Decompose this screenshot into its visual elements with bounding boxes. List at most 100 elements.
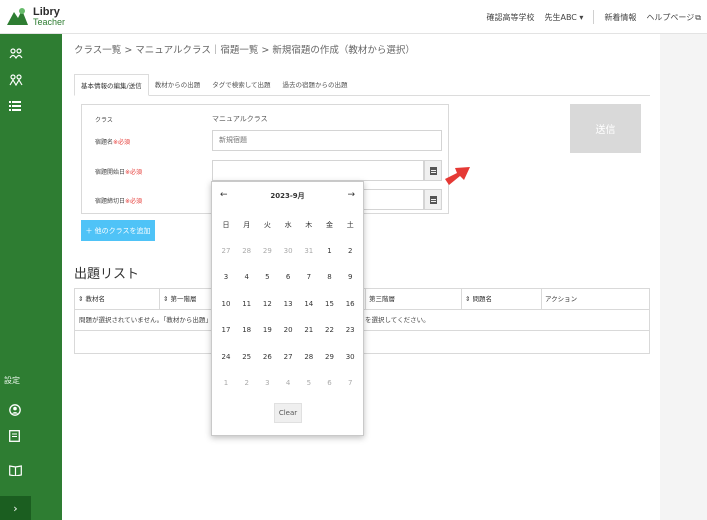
calendar-day[interactable]: 2 — [340, 240, 360, 262]
sidebar-item-groups[interactable] — [0, 68, 62, 92]
col-third-level[interactable]: 第三階層 — [365, 289, 461, 310]
calendar-day[interactable]: 29 — [257, 240, 277, 262]
end-date-calendar-button[interactable] — [424, 189, 442, 210]
calendar-day[interactable]: 4 — [237, 266, 257, 288]
calendar-day[interactable]: 27 — [278, 346, 298, 368]
calendar-day[interactable]: 1 — [320, 240, 340, 262]
breadcrumb[interactable]: クラス一覧 > マニュアルクラス｜宿題一覧 > 新規宿題の作成（教材から選択） — [74, 42, 415, 56]
title-label-text: 宿題名 — [95, 139, 114, 146]
calendar-day[interactable]: 30 — [278, 240, 298, 262]
sidebar-item-list[interactable] — [0, 94, 62, 118]
sidebar-item-account[interactable] — [0, 398, 62, 422]
clear-date-button[interactable]: Clear — [274, 403, 302, 423]
news-link[interactable]: 新着情報 — [604, 12, 636, 23]
calendar-day[interactable]: 3 — [257, 372, 277, 394]
calendar-day[interactable]: 27 — [216, 240, 236, 262]
logo-line1: Libry — [33, 6, 60, 18]
calendar-icon — [429, 195, 437, 204]
book-icon — [9, 464, 22, 476]
calendar-day[interactable]: 24 — [216, 346, 236, 368]
end-date-label: 宿題締切日※必須 — [95, 196, 142, 205]
external-link-icon: ⧉ — [695, 12, 701, 22]
calendar-day[interactable]: 20 — [278, 319, 298, 341]
next-month-button[interactable]: → — [347, 190, 355, 200]
date-picker-popup: ← 2023-9月 → 日月火水木金土 27 28 29 30 31 1 2 3 4 5 6 7 8 9 10… — [211, 181, 364, 436]
start-date-input[interactable] — [212, 160, 424, 181]
user-circle-icon — [9, 404, 21, 416]
tab-from-material[interactable]: 教材からの出題 — [149, 74, 207, 96]
start-date-label-text: 宿題開始日 — [95, 169, 126, 176]
tab-basic-info[interactable]: 基本情報の編集/送信 — [74, 74, 149, 96]
calendar-day[interactable]: 11 — [237, 293, 257, 315]
calendar-day[interactable]: 12 — [257, 293, 277, 315]
homework-title-input[interactable]: 新規宿題 — [212, 130, 442, 151]
tab-past-homework[interactable]: 過去の宿題からの出題 — [277, 74, 354, 96]
calendar-day[interactable]: 30 — [340, 346, 360, 368]
calendar-day[interactable]: 6 — [320, 372, 340, 394]
calendar-day[interactable]: 28 — [237, 240, 257, 262]
calendar-day[interactable]: 8 — [320, 266, 340, 288]
calendar-day[interactable]: 26 — [257, 346, 277, 368]
top-header: Libry Teacher 確認高等学校 先生ABC ▾ 新着情報 ヘルプページ… — [0, 0, 707, 34]
calendar-day[interactable]: 13 — [278, 293, 298, 315]
weekday-header: 金 — [326, 221, 333, 229]
class-label: クラス — [95, 117, 113, 124]
calendar-day[interactable]: 18 — [237, 319, 257, 341]
calendar-day[interactable]: 1 — [216, 372, 236, 394]
calendar-day[interactable]: 14 — [299, 293, 319, 315]
calendar-day[interactable]: 29 — [320, 346, 340, 368]
required-mark: ※必須 — [125, 198, 143, 205]
calendar-day[interactable]: 31 — [299, 240, 319, 262]
required-mark: ※必須 — [113, 139, 131, 146]
assignment-icon — [9, 430, 20, 442]
calendar-day[interactable]: 7 — [299, 266, 319, 288]
users-outline-icon — [9, 74, 23, 86]
calendar-day[interactable]: 9 — [340, 266, 360, 288]
sidebar-item-books[interactable] — [0, 458, 62, 482]
tab-tag-search[interactable]: タグで検索して出題 — [206, 74, 276, 96]
empty-message-left: 問題が選択されていません。「教材から出題」を — [79, 316, 219, 324]
help-link[interactable]: ヘルプページ⧉ — [646, 12, 701, 23]
sidebar-item-classes[interactable] — [0, 42, 62, 66]
start-date-label: 宿題開始日※必須 — [95, 167, 142, 176]
right-gutter — [660, 34, 707, 520]
col-question-name[interactable]: ⇕ 問題名 — [461, 289, 545, 310]
send-button[interactable]: 送信 — [570, 104, 641, 153]
calendar-day[interactable]: 7 — [340, 372, 360, 394]
weekday-header: 水 — [284, 221, 292, 229]
sidebar-expand-button[interactable]: › — [0, 496, 31, 520]
month-label: 2023-9月 — [270, 192, 305, 200]
sidebar-item-assignments[interactable] — [0, 424, 62, 448]
calendar-day[interactable]: 6 — [278, 266, 298, 288]
logo-icon — [7, 8, 28, 25]
calendar-day[interactable]: 16 — [340, 293, 360, 315]
calendar-icon — [429, 166, 437, 175]
calendar-day[interactable]: 19 — [257, 319, 277, 341]
calendar-day[interactable]: 2 — [237, 372, 257, 394]
tab-bar: 基本情報の編集/送信 教材からの出題 タグで検索して出題 過去の宿題からの出題 — [74, 74, 650, 96]
col-action: アクション — [541, 289, 649, 310]
calendar-day[interactable]: 17 — [216, 319, 236, 341]
title-label: 宿題名※必須 — [95, 137, 130, 146]
date-picker-nav: ← 2023-9月 → — [212, 190, 363, 204]
add-class-button[interactable]: ＋ 他のクラスを追加 — [81, 220, 155, 241]
start-date-calendar-button[interactable] — [424, 160, 442, 181]
calendar-day[interactable]: 15 — [320, 293, 340, 315]
calendar-day[interactable]: 10 — [216, 293, 236, 315]
calendar-day[interactable]: 4 — [278, 372, 298, 394]
user-menu[interactable]: 先生ABC ▾ — [544, 12, 583, 23]
calendar-day[interactable]: 21 — [299, 319, 319, 341]
calendar-day[interactable]: 5 — [299, 372, 319, 394]
calendar-day[interactable]: 25 — [237, 346, 257, 368]
calendar-day[interactable]: 22 — [320, 319, 340, 341]
col-material-name[interactable]: ⇕ 教材名 — [75, 289, 159, 310]
required-mark: ※必須 — [125, 169, 143, 176]
weekday-header: 木 — [305, 221, 313, 229]
calendar-day[interactable]: 28 — [299, 346, 319, 368]
calendar-day[interactable]: 5 — [257, 266, 277, 288]
calendar-day[interactable]: 23 — [340, 319, 360, 341]
calendar-day[interactable]: 3 — [216, 266, 236, 288]
libry-teacher-logo[interactable]: Libry Teacher — [4, 3, 104, 31]
annotation-arrow — [445, 167, 470, 185]
weekday-header: 月 — [243, 221, 251, 229]
